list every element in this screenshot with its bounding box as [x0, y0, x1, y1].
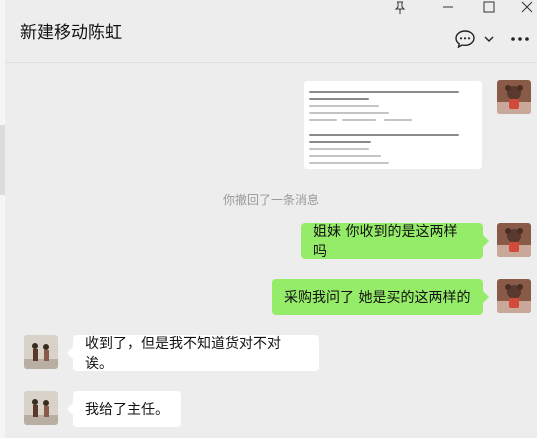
contact-avatar[interactable]: [24, 391, 58, 425]
message-bubble-contact[interactable]: 我给了主任。: [67, 391, 181, 427]
message-bubble-self[interactable]: 姐妹 你收到的是这两样吗: [301, 223, 489, 260]
message-text: 收到了，但是我不知道货对不对诶。: [85, 336, 281, 372]
pin-icon[interactable]: [385, 0, 415, 14]
chat-bubble-icon[interactable]: [454, 28, 476, 50]
minimize-icon[interactable]: [433, 0, 463, 14]
message-bubble-contact[interactable]: 收到了，但是我不知道货对不对诶。: [67, 335, 319, 372]
self-avatar[interactable]: [497, 223, 531, 257]
close-icon[interactable]: [512, 0, 537, 14]
image-message[interactable]: [304, 81, 482, 169]
message-text: 姐妹 你收到的是这两样吗: [313, 224, 458, 260]
message-text: 采购我问了 她是买的这两样的: [284, 290, 471, 306]
maximize-icon[interactable]: [474, 0, 504, 14]
message-text: 我给了主任。: [85, 402, 169, 418]
chat-title: 新建移动陈虹: [20, 23, 122, 43]
more-icon[interactable]: [509, 28, 531, 50]
message-area[interactable]: 你撤回了一条消息 姐妹 你收到的是这两样吗 采购我问了 她是买的这两样的 收到了…: [5, 63, 537, 438]
system-message: 你撤回了一条消息: [222, 193, 319, 207]
self-avatar[interactable]: [497, 80, 531, 114]
self-avatar[interactable]: [497, 279, 531, 313]
message-bubble-self[interactable]: 采购我问了 她是买的这两样的: [272, 279, 489, 315]
contact-avatar[interactable]: [24, 335, 58, 369]
chevron-down-icon[interactable]: [482, 28, 496, 50]
chat-header: 新建移动陈虹: [5, 0, 537, 63]
